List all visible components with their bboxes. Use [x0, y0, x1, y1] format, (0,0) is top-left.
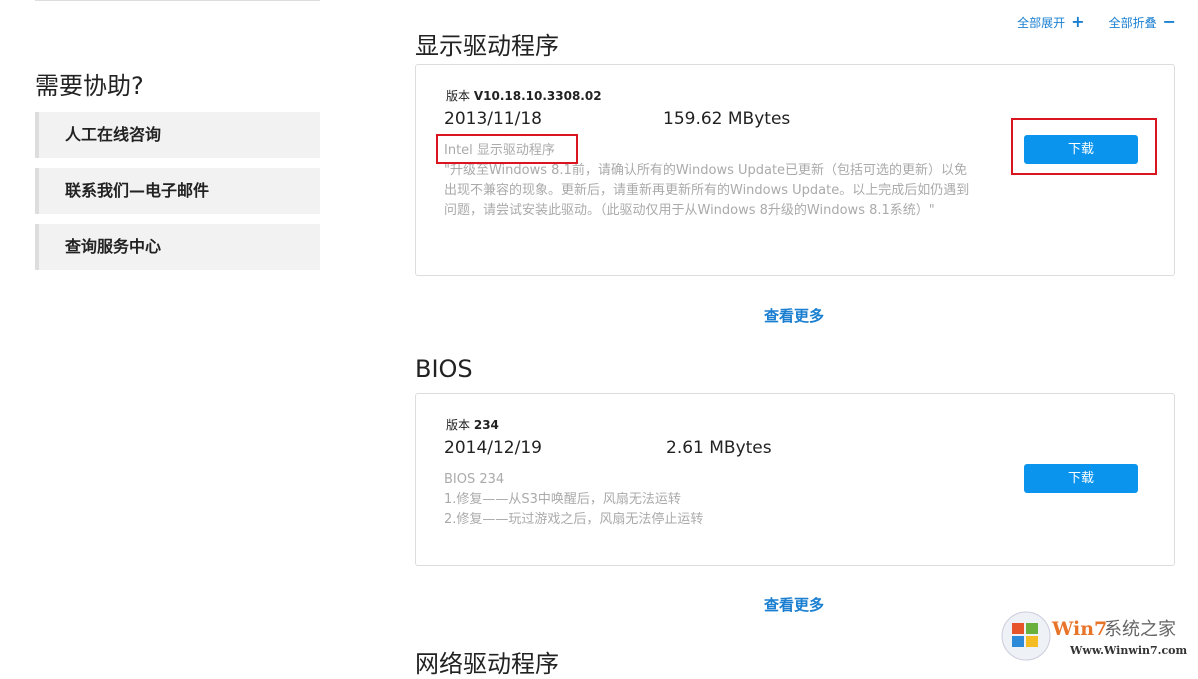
- version: 版本 V10.18.10.3308.02: [446, 87, 602, 104]
- plus-icon: +: [1071, 12, 1085, 31]
- download-button[interactable]: 下载: [1024, 464, 1138, 493]
- sidebar-item-email[interactable]: 联系我们—电子邮件: [35, 168, 320, 214]
- release-date: 2013/11/18: [444, 109, 542, 129]
- highlight-box: [1011, 118, 1157, 175]
- expand-all-label: 全部展开: [1017, 16, 1066, 30]
- version-label: 版本: [446, 89, 471, 103]
- expand-all-link[interactable]: 全部展开 +: [1017, 12, 1084, 31]
- file-size: 159.62 MBytes: [663, 109, 791, 129]
- watermark-logo: Win7 系统之家 Www.Winwin7.com: [1000, 610, 1198, 663]
- collapse-all-label: 全部折叠: [1108, 16, 1157, 30]
- divider: [35, 0, 320, 1]
- svg-text:系统之家: 系统之家: [1104, 619, 1176, 640]
- see-more-link[interactable]: 查看更多: [764, 594, 824, 615]
- version: 版本 234: [446, 416, 499, 433]
- driver-name: BIOS 234: [444, 472, 505, 487]
- file-size: 2.61 MBytes: [666, 438, 772, 458]
- help-title: 需要协助?: [35, 72, 144, 100]
- driver-notes: "升级至Windows 8.1前，请确认所有的Windows Update已更新…: [444, 163, 970, 218]
- version-label: 版本: [446, 418, 471, 432]
- highlight-box: [436, 134, 578, 164]
- driver-note: 2.修复——玩过游戏之后，风扇无法停止运转: [444, 512, 704, 527]
- svg-text:Www.Winwin7.com: Www.Winwin7.com: [1069, 644, 1188, 657]
- toolbar: 全部展开 + 全部折叠 −: [1017, 12, 1176, 31]
- collapse-all-link[interactable]: 全部折叠 −: [1109, 12, 1176, 31]
- section-title-display: 显示驱动程序: [415, 32, 559, 60]
- description: BIOS 234 1.修复——从S3中唤醒后，风扇无法运转 2.修复——玩过游戏…: [444, 470, 974, 530]
- sidebar-item-service-center[interactable]: 查询服务中心: [35, 224, 320, 270]
- driver-card-bios: 版本 234 2014/12/19 2.61 MBytes BIOS 234 1…: [415, 393, 1175, 566]
- see-more-link[interactable]: 查看更多: [764, 305, 824, 326]
- driver-note: 1.修复——从S3中唤醒后，风扇无法运转: [444, 492, 681, 507]
- minus-icon: −: [1162, 12, 1176, 31]
- version-value: 234: [473, 418, 499, 432]
- section-title-network: 网络驱动程序: [415, 650, 559, 678]
- svg-text:Win7: Win7: [1051, 618, 1107, 640]
- sidebar-item-online-chat[interactable]: 人工在线咨询: [35, 112, 320, 158]
- version-value: V10.18.10.3308.02: [473, 89, 602, 103]
- release-date: 2014/12/19: [444, 438, 542, 458]
- section-title-bios: BIOS: [415, 355, 473, 383]
